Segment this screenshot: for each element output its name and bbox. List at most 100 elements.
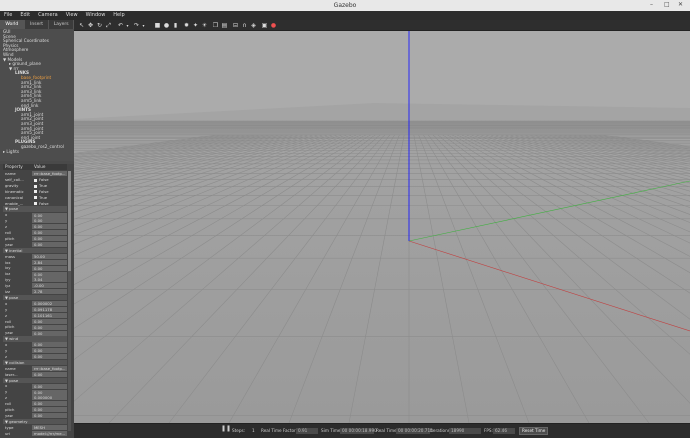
- menu-camera[interactable]: Camera: [34, 11, 62, 19]
- close-icon[interactable]: ✕: [678, 1, 683, 8]
- copy-icon[interactable]: ❐: [212, 22, 219, 29]
- tree-item[interactable]: gazebo_ros2_control: [21, 144, 64, 150]
- property-value[interactable]: 0.00: [32, 348, 67, 354]
- property-value[interactable]: 0.00: [32, 236, 67, 242]
- property-value[interactable]: -0.00: [32, 283, 67, 289]
- checkbox[interactable]: [34, 196, 37, 200]
- property-value[interactable]: rrr::base_footp...: [32, 171, 67, 177]
- property-section[interactable]: ▼ pose: [3, 294, 67, 301]
- property-value[interactable]: 0.00: [32, 354, 67, 360]
- property-value[interactable]: 0.00: [32, 401, 67, 407]
- tab-world[interactable]: World: [0, 20, 25, 29]
- property-value[interactable]: False: [32, 189, 67, 194]
- tree-item[interactable]: ▸ Lights: [3, 149, 19, 155]
- property-value[interactable]: model://rrr/me...: [32, 430, 67, 436]
- property-section[interactable]: ▼ pose: [3, 206, 67, 212]
- pause-icon[interactable]: ❚❚: [221, 426, 231, 432]
- property-value[interactable]: 0.00: [32, 271, 67, 277]
- box-icon[interactable]: ■: [154, 22, 161, 29]
- steps-value[interactable]: 1: [252, 428, 255, 434]
- scrollbar-thumb[interactable]: [68, 171, 71, 271]
- menu-window[interactable]: Window: [82, 11, 110, 19]
- property-row: x 0.00: [3, 212, 67, 218]
- property-value[interactable]: True: [32, 183, 67, 188]
- paste-icon[interactable]: ▤: [221, 22, 228, 29]
- record-icon[interactable]: ●: [270, 22, 277, 29]
- menu-help[interactable]: Help: [109, 11, 128, 19]
- point-light-icon[interactable]: ✹: [183, 22, 190, 29]
- property-value[interactable]: 0.000002: [32, 301, 67, 307]
- undo-dropdown-icon[interactable]: ▾: [124, 22, 131, 29]
- property-value[interactable]: rrr::base_footp...: [32, 365, 67, 371]
- property-value[interactable]: 0.00: [32, 389, 67, 395]
- property-value[interactable]: MESH: [32, 424, 67, 430]
- property-value[interactable]: 0.00: [32, 224, 67, 230]
- property-value[interactable]: False: [32, 201, 67, 206]
- spot-light-icon[interactable]: ✦: [192, 22, 199, 29]
- property-value[interactable]: 0.00: [32, 371, 67, 377]
- snap-icon[interactable]: ∩: [241, 22, 248, 29]
- menu-view[interactable]: View: [62, 11, 82, 19]
- translate-icon[interactable]: ✥: [87, 22, 94, 29]
- property-section[interactable]: ▼ geometry: [3, 418, 67, 425]
- property-value[interactable]: 0.000000: [32, 395, 67, 401]
- property-value[interactable]: 0.00: [32, 342, 67, 348]
- menu-edit[interactable]: Edit: [16, 11, 34, 19]
- property-scrollbar[interactable]: [68, 171, 71, 431]
- menu-file[interactable]: File: [0, 11, 16, 19]
- property-value[interactable]: 3.04: [32, 277, 67, 283]
- property-value[interactable]: 0.00: [32, 324, 67, 330]
- property-row: x 0.000002: [3, 301, 67, 307]
- property-value[interactable]: 0.00: [32, 413, 67, 419]
- property-section[interactable]: ▼ pose: [3, 377, 67, 384]
- minimize-icon[interactable]: –: [650, 1, 653, 8]
- property-section[interactable]: ▼ inertial: [3, 247, 67, 254]
- property-value[interactable]: 50.00: [32, 253, 67, 259]
- undo-icon[interactable]: ↶: [117, 22, 124, 29]
- property-value[interactable]: 0.00: [32, 230, 67, 236]
- property-value[interactable]: 0.091178: [32, 306, 67, 312]
- align-icon[interactable]: ⊟: [232, 22, 239, 29]
- select-icon[interactable]: ↖: [78, 22, 85, 29]
- property-section[interactable]: ▼ wind: [3, 336, 67, 342]
- property-value[interactable]: 2.78: [32, 289, 67, 295]
- scale-icon[interactable]: ⤢: [105, 22, 112, 29]
- property-value[interactable]: 0.00: [32, 383, 67, 389]
- property-key: izz: [5, 289, 11, 294]
- property-value[interactable]: 2.84: [32, 259, 67, 265]
- property-value[interactable]: 0.00: [32, 318, 67, 324]
- property-value-text: 0.00: [34, 401, 43, 407]
- redo-dropdown-icon[interactable]: ▾: [140, 22, 147, 29]
- redo-icon[interactable]: ↷: [133, 22, 140, 29]
- property-row: gravity True: [3, 183, 67, 189]
- directional-light-icon[interactable]: ☀: [201, 22, 208, 29]
- scene-viewport[interactable]: [74, 31, 690, 423]
- property-value[interactable]: True: [32, 195, 67, 200]
- screenshot-icon[interactable]: ▣: [261, 22, 268, 29]
- rtf-value: 0.91: [296, 428, 318, 434]
- property-section[interactable]: ▼ collision: [3, 359, 67, 366]
- property-value[interactable]: 0.00: [32, 265, 67, 271]
- property-key: y: [5, 218, 8, 224]
- maximize-icon[interactable]: □: [664, 1, 670, 8]
- change-view-icon[interactable]: ◈: [250, 22, 257, 29]
- cylinder-icon[interactable]: ▮: [172, 22, 179, 29]
- property-value[interactable]: 0.00: [32, 212, 67, 218]
- property-key: roll: [5, 230, 11, 235]
- rotate-icon[interactable]: ↻: [96, 22, 103, 29]
- checkbox[interactable]: [34, 190, 37, 194]
- property-value[interactable]: 0.00: [32, 218, 67, 224]
- checkbox[interactable]: [34, 202, 37, 206]
- tab-insert[interactable]: Insert: [25, 20, 50, 29]
- checkbox[interactable]: [34, 184, 37, 188]
- sphere-icon[interactable]: ●: [163, 22, 170, 29]
- checkbox[interactable]: [34, 178, 37, 182]
- property-value[interactable]: 0.101161: [32, 312, 67, 318]
- property-value[interactable]: 0.00: [32, 407, 67, 413]
- reset-time-button[interactable]: Reset Time: [519, 427, 549, 435]
- property-value[interactable]: 0.00: [32, 242, 67, 248]
- scene-canvas[interactable]: [74, 31, 690, 423]
- property-value[interactable]: False: [32, 177, 67, 182]
- tab-layers[interactable]: Layers: [49, 20, 75, 29]
- property-value[interactable]: 0.00: [32, 330, 67, 336]
